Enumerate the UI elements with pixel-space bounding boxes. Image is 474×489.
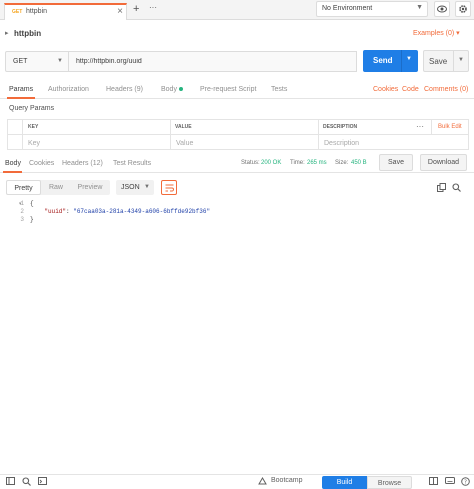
layout-icon[interactable] [429,477,438,487]
chevron-down-icon[interactable]: ▼ [458,57,464,63]
tab-pre-request-script[interactable]: Pre-request Script [200,86,256,93]
more-options-icon[interactable]: ··· [416,122,424,131]
response-tab-cookies[interactable]: Cookies [29,160,54,167]
response-tab-body[interactable]: Body [5,160,21,167]
sidebar-toggle-icon[interactable] [6,477,15,487]
size-label: Size: [335,160,349,166]
line-number: 1 [20,200,24,207]
code-line: "uuid": "67caa03a-281a-4349-a606-6bffde9… [44,208,211,215]
chevron-down-icon: ▼ [416,4,423,11]
value-input[interactable]: Value [176,140,193,147]
find-icon[interactable] [22,477,31,488]
line-gutter: 1 2 3 [6,200,26,224]
browse-button[interactable]: Browse [367,476,412,489]
description-input[interactable]: Description [324,140,359,147]
active-response-tab-indicator [3,171,22,173]
request-collapse-icon[interactable]: ▸ [5,29,9,37]
code-link[interactable]: Code [402,86,419,93]
pretty-button[interactable]: Pretty [6,180,41,195]
chevron-down-icon: ▼ [57,58,63,64]
tab-method: GET [12,9,23,15]
url-input[interactable] [69,51,357,72]
environment-select[interactable]: No Environment ▼ [316,1,428,17]
json-key: "uuid" [44,208,67,215]
help-icon[interactable]: ? [461,477,470,488]
status-label: Status: [241,160,260,166]
bootcamp-icon[interactable] [258,477,267,487]
response-tab-test-results[interactable]: Test Results [113,160,151,167]
time-value: 265 ms [307,160,327,166]
keyboard-icon[interactable] [445,477,455,486]
line-number: 3 [20,216,24,223]
tab-body[interactable]: Body [161,86,183,93]
status-bar: Bootcamp Build Browse ? [0,474,474,489]
examples-dropdown[interactable]: Examples (0) ▾ [413,29,460,37]
comments-link[interactable]: Comments (0) [424,86,468,93]
tab-authorization[interactable]: Authorization [48,86,89,93]
chevron-down-icon: ▼ [144,184,150,190]
request-title: httpbin [14,29,42,38]
format-select[interactable]: JSON ▼ [116,180,154,195]
more-tabs-icon[interactable]: ··· [149,3,157,12]
request-tab[interactable]: GET httpbin × [4,3,127,20]
send-button[interactable]: Send ▼ [363,50,418,72]
time-label: Time: [290,160,305,166]
search-icon[interactable] [452,183,461,194]
bulk-edit-link[interactable]: Bulk Edit [438,124,462,130]
status-value: 200 OK [261,160,282,166]
bootcamp-link[interactable]: Bootcamp [271,477,303,484]
size-value: 450 B [351,160,367,166]
tab-tests[interactable]: Tests [271,86,287,93]
method-select[interactable]: GET ▼ [5,51,69,72]
add-tab-icon[interactable]: + [133,3,139,15]
save-button[interactable]: Save ▼ [423,50,469,72]
fold-icon[interactable]: ▾ [19,201,22,207]
raw-button[interactable]: Raw [42,180,70,195]
column-key: KEY [28,124,39,130]
tab-params[interactable]: Params [9,86,33,93]
json-value: "67caa03a-281a-4349-a606-6bffde92bf36" [73,208,211,215]
code-line: } [30,216,34,223]
environment-label: No Environment [322,5,373,12]
query-params-title: Query Params [9,105,55,112]
download-button[interactable]: Download [420,154,467,171]
code-content: { "uuid": "67caa03a-281a-4349-a606-6bffd… [30,200,210,224]
save-response-button[interactable]: Save [379,154,413,171]
close-icon[interactable]: × [117,6,123,17]
active-tab-indicator [7,97,35,99]
build-button[interactable]: Build [322,476,367,489]
preview-button[interactable]: Preview [71,180,109,195]
wrap-lines-icon[interactable] [161,180,177,195]
console-icon[interactable] [38,477,47,487]
body-indicator-dot [178,87,183,92]
code-line: { [30,200,34,207]
response-tab-headers[interactable]: Headers (12) [62,160,103,167]
method-label: GET [13,58,28,65]
response-body-editor[interactable]: 1 2 3 { "uuid": "67caa03a-281a-4349-a606… [6,200,470,470]
column-description: DESCRIPTION [323,124,358,130]
tab-headers[interactable]: Headers (9) [106,86,143,93]
cookies-link[interactable]: Cookies [373,86,398,93]
tab-name: httpbin [26,8,48,15]
chevron-down-icon[interactable]: ▼ [406,56,412,62]
copy-icon[interactable] [437,183,446,194]
params-header-row: KEY VALUE DESCRIPTION ··· Bulk Edit [8,120,468,135]
eye-icon[interactable] [434,1,450,17]
svg-text:?: ? [464,480,467,486]
gear-icon[interactable] [455,1,471,17]
params-table: KEY VALUE DESCRIPTION ··· Bulk Edit Key … [7,119,469,150]
key-input[interactable]: Key [28,140,40,147]
column-value: VALUE [175,124,192,130]
line-number: 2 [20,208,24,215]
request-tabs: Params Authorization Headers (9) Body Pr… [0,82,474,99]
